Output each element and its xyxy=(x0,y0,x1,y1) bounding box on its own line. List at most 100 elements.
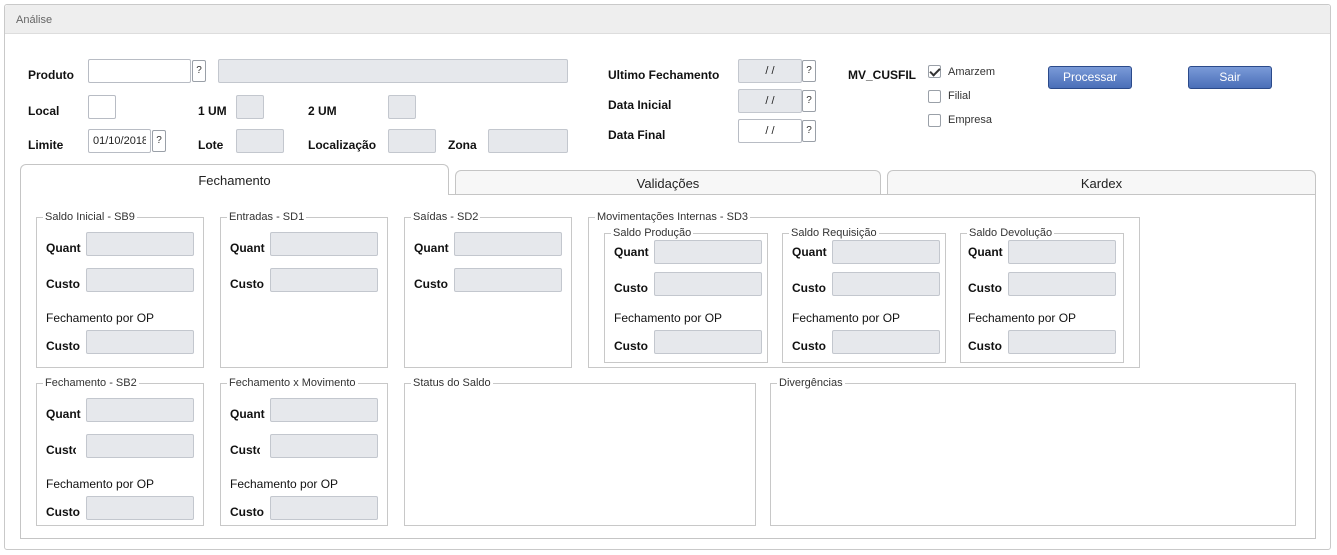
amarzem-checkbox[interactable] xyxy=(928,65,941,78)
saldo-requisicao-title: Saldo Requisição xyxy=(789,227,879,239)
devolucao-op-custo-label: Custo xyxy=(968,339,1002,353)
tab-fechamento[interactable]: Fechamento xyxy=(20,164,449,195)
requisicao-op-custo-field xyxy=(832,330,940,354)
um1-label: 1 UM xyxy=(198,104,227,118)
amarzem-label: Amarzem xyxy=(948,66,996,78)
zona-field xyxy=(488,129,568,153)
sb2-custo-label: Custo xyxy=(46,443,76,457)
ultimo-fechamento-field xyxy=(738,59,802,83)
fxm-op-custo-label: Custo xyxy=(230,505,264,519)
saidas-title: Saídas - SD2 xyxy=(411,211,481,223)
sb2-custo-field xyxy=(86,434,194,458)
devolucao-op-custo-field xyxy=(1008,330,1116,354)
requisicao-custo-label: Custo xyxy=(792,281,826,295)
status-saldo-group: Status do Saldo xyxy=(404,377,756,526)
zona-label: Zona xyxy=(448,138,477,152)
fxm-quant-label: Quant xyxy=(230,407,265,421)
devolucao-fech-op-label: Fechamento por OP xyxy=(968,311,1077,325)
saldo-inicial-fech-op-label: Fechamento por OP xyxy=(46,311,155,325)
saidas-custo-label: Custo xyxy=(414,277,448,291)
entradas-quant-label: Quant xyxy=(230,241,265,255)
producao-custo-label: Custo xyxy=(614,281,648,295)
local-input[interactable] xyxy=(88,95,116,119)
requisicao-quant-field xyxy=(832,240,940,264)
produto-help-button[interactable]: ? xyxy=(192,60,206,82)
local-label: Local xyxy=(28,104,60,118)
devolucao-quant-label: Quant xyxy=(968,245,1003,259)
tab-kardex[interactable]: Kardex xyxy=(887,170,1316,195)
sb2-fech-op-label: Fechamento por OP xyxy=(46,477,155,491)
entradas-quant-field xyxy=(270,232,378,256)
um2-label: 2 UM xyxy=(308,104,337,118)
localizacao-label: Localização xyxy=(308,138,377,152)
saldo-inicial-title: Saldo Inicial - SB9 xyxy=(43,211,137,223)
limite-label: Limite xyxy=(28,138,64,152)
window-title: Análise xyxy=(5,5,1330,34)
producao-op-custo-field xyxy=(654,330,762,354)
requisicao-custo-field xyxy=(832,272,940,296)
empresa-checkbox[interactable] xyxy=(928,114,941,127)
sb2-op-custo-field xyxy=(86,496,194,520)
data-inicial-label: Data Inicial xyxy=(608,98,672,112)
data-inicial-field xyxy=(738,89,802,113)
mov-internas-title: Movimentações Internas - SD3 xyxy=(595,211,751,223)
requisicao-quant-label: Quant xyxy=(792,245,827,259)
saidas-quant-field xyxy=(454,232,562,256)
limite-help-button[interactable]: ? xyxy=(152,130,166,152)
devolucao-custo-field xyxy=(1008,272,1116,296)
ultimo-fechamento-label: Ultimo Fechamento xyxy=(608,68,720,82)
sb2-op-custo-label: Custo xyxy=(46,505,80,519)
produto-input[interactable] xyxy=(88,59,191,83)
saldo-devolucao-title: Saldo Devolução xyxy=(967,227,1055,239)
produto-label: Produto xyxy=(28,68,74,82)
filial-label: Filial xyxy=(948,90,971,102)
requisicao-fech-op-label: Fechamento por OP xyxy=(792,311,901,325)
data-final-input[interactable] xyxy=(738,119,802,143)
produto-description-field xyxy=(218,59,568,83)
fxm-custo-field xyxy=(270,434,378,458)
fech-x-mov-title: Fechamento x Movimento xyxy=(227,377,358,389)
fxm-quant-field xyxy=(270,398,378,422)
um2-field xyxy=(388,95,416,119)
data-final-help-button[interactable]: ? xyxy=(802,120,816,142)
saidas-custo-field xyxy=(454,268,562,292)
divergencias-group: Divergências xyxy=(770,377,1296,526)
localizacao-field xyxy=(388,129,436,153)
divergencias-title: Divergências xyxy=(777,377,845,389)
fxm-fech-op-label: Fechamento por OP xyxy=(230,477,339,491)
sair-button[interactable]: Sair xyxy=(1188,66,1272,89)
saldo-inicial-quant-label: Quant xyxy=(46,241,81,255)
entradas-custo-label: Custo xyxy=(230,277,264,291)
limite-date-input[interactable] xyxy=(88,129,151,153)
saidas-quant-label: Quant xyxy=(414,241,449,255)
processar-button[interactable]: Processar xyxy=(1048,66,1132,89)
devolucao-custo-label: Custo xyxy=(968,281,1002,295)
sb2-quant-label: Quant xyxy=(46,407,81,421)
entradas-custo-field xyxy=(270,268,378,292)
saldo-inicial-quant-field xyxy=(86,232,194,256)
filial-checkbox[interactable] xyxy=(928,90,941,103)
fxm-op-custo-field xyxy=(270,496,378,520)
tab-validacoes[interactable]: Validações xyxy=(455,170,881,195)
data-inicial-help-button[interactable]: ? xyxy=(802,90,816,112)
ultimo-fechamento-help-button[interactable]: ? xyxy=(802,60,816,82)
sb2-quant-field xyxy=(86,398,194,422)
fechamento-sb2-title: Fechamento - SB2 xyxy=(43,377,139,389)
lote-label: Lote xyxy=(198,138,224,152)
saldo-producao-title: Saldo Produção xyxy=(611,227,694,239)
mv-cusfil-label: MV_CUSFIL xyxy=(848,68,917,82)
saldo-inicial-custo-label: Custo xyxy=(46,277,80,291)
saldo-inicial-op-custo-label: Custo xyxy=(46,339,80,353)
devolucao-quant-field xyxy=(1008,240,1116,264)
um1-field xyxy=(236,95,264,119)
requisicao-op-custo-label: Custo xyxy=(792,339,826,353)
producao-fech-op-label: Fechamento por OP xyxy=(614,311,723,325)
lote-field xyxy=(236,129,284,153)
status-saldo-title: Status do Saldo xyxy=(411,377,493,389)
fxm-custo-label: Custo xyxy=(230,443,260,457)
producao-quant-label: Quant xyxy=(614,245,649,259)
empresa-label: Empresa xyxy=(948,114,993,126)
producao-op-custo-label: Custo xyxy=(614,339,648,353)
saldo-inicial-custo-field xyxy=(86,268,194,292)
producao-quant-field xyxy=(654,240,762,264)
